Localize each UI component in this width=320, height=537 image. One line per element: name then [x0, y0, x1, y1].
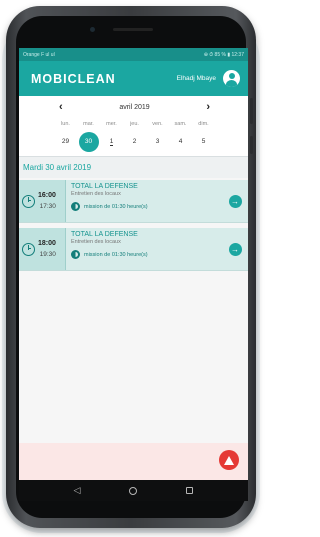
calendar-day[interactable]: 1 [100, 132, 123, 152]
mission-end-time: 19:30 [39, 251, 56, 258]
clock-icon [22, 194, 35, 208]
weekday-label: dim. [198, 121, 209, 127]
mission-service: Entretien des locaux [71, 191, 121, 197]
volume-button [250, 98, 253, 124]
month-navigation: ‹ avril 2019 › [19, 96, 248, 116]
mission-time-block: 16:00 17:30 [19, 180, 66, 222]
weekday-label: ven. [152, 121, 163, 127]
weekday-label: mar. [83, 121, 94, 127]
android-nav-bar: ◁ [19, 480, 248, 501]
user-menu[interactable]: Elhadj Mbaye [177, 70, 240, 87]
status-bar-right: ⊕ ⏱ 85 % ▮ 12:37 [203, 51, 244, 58]
mission-client: TOTAL LA DEFENSE [71, 231, 138, 238]
weekday-label: jeu. [130, 121, 139, 127]
mission-card[interactable]: 16:00 17:30 TOTAL LA DEFENSE Entretien d… [19, 180, 248, 223]
date-row: 29 30 1 2 3 4 5 [19, 132, 248, 152]
mission-details: TOTAL LA DEFENSE Entretien des locaux mi… [66, 228, 222, 270]
calendar-day-number: 2 [132, 138, 137, 145]
duration-pie-icon [71, 250, 80, 259]
mission-open: → [222, 228, 248, 270]
calendar-day[interactable]: 29 [54, 132, 77, 152]
calendar-day-number: 29 [61, 138, 70, 145]
mission-service: Entretien des locaux [71, 239, 121, 245]
mission-card[interactable]: 18:00 19:30 TOTAL LA DEFENSE Entretien d… [19, 228, 248, 271]
weekday-label: sam. [174, 121, 187, 127]
calendar-day-number: 5 [201, 138, 206, 145]
weekday-label: mer. [106, 121, 117, 127]
weekday-label: lun. [61, 121, 70, 127]
calendar-day[interactable]: 4 [169, 132, 192, 152]
power-button [250, 136, 253, 154]
status-bar: Orange F ul ul ⊕ ⏱ 85 % ▮ 12:37 [19, 48, 248, 61]
front-camera [90, 27, 95, 32]
calendar-day[interactable]: 5 [192, 132, 215, 152]
weekday-row: lun. mar. mer. jeu. ven. sam. dim. [19, 116, 248, 132]
mission-client: TOTAL LA DEFENSE [71, 183, 138, 190]
circle-home-icon[interactable] [129, 486, 138, 495]
mission-end-time: 17:30 [39, 203, 56, 210]
chevron-left-icon[interactable]: ‹ [59, 101, 63, 113]
mission-duration: mission de 01:30 heure(s) [71, 250, 222, 259]
mission-time-block: 18:00 19:30 [19, 228, 66, 270]
warning-triangle-icon[interactable] [219, 450, 239, 470]
chevron-right-icon[interactable]: › [206, 101, 210, 113]
calendar-day-selected[interactable]: 30 [77, 132, 100, 152]
app-header: MOBICLEAN Elhadj Mbaye [19, 61, 248, 96]
bottom-bar [19, 443, 248, 480]
selected-date-header: Mardi 30 avril 2019 [19, 156, 248, 178]
clock-icon [22, 242, 35, 256]
arrow-right-icon[interactable]: → [228, 194, 242, 208]
app-logo: MOBICLEAN [31, 71, 116, 86]
mission-start-time: 16:00 [38, 192, 56, 199]
mission-open: → [222, 180, 248, 222]
week-calendar: ‹ avril 2019 › lun. mar. mer. jeu. ven. … [19, 96, 248, 156]
duration-pie-icon [71, 202, 80, 211]
user-name: Elhadj Mbaye [176, 75, 216, 82]
square-recent-icon[interactable] [186, 487, 194, 494]
mission-duration: mission de 01:30 heure(s) [71, 202, 222, 211]
calendar-day[interactable]: 3 [146, 132, 169, 152]
alert-triangle-shape [224, 455, 234, 465]
calendar-day-number: 3 [155, 138, 160, 145]
month-label: avril 2019 [119, 103, 150, 111]
calendar-day-number: 1 [109, 138, 114, 146]
calendar-day[interactable]: 2 [123, 132, 146, 152]
user-avatar-icon[interactable] [223, 70, 240, 87]
mission-duration-text: mission de 01:30 heure(s) [84, 203, 148, 210]
calendar-day-number: 4 [178, 138, 183, 145]
mission-duration-text: mission de 01:30 heure(s) [84, 251, 148, 258]
mission-start-time: 18:00 [38, 240, 56, 247]
status-bar-left: Orange F ul ul [23, 51, 55, 58]
speaker-grille [113, 28, 153, 31]
app-screen: Orange F ul ul ⊕ ⏱ 85 % ▮ 12:37 MOBICLEA… [19, 48, 248, 480]
calendar-day-number: 30 [78, 132, 99, 152]
back-icon[interactable]: ◁ [74, 486, 81, 495]
mission-details: TOTAL LA DEFENSE Entretien des locaux mi… [66, 180, 222, 222]
arrow-right-icon[interactable]: → [228, 242, 242, 256]
